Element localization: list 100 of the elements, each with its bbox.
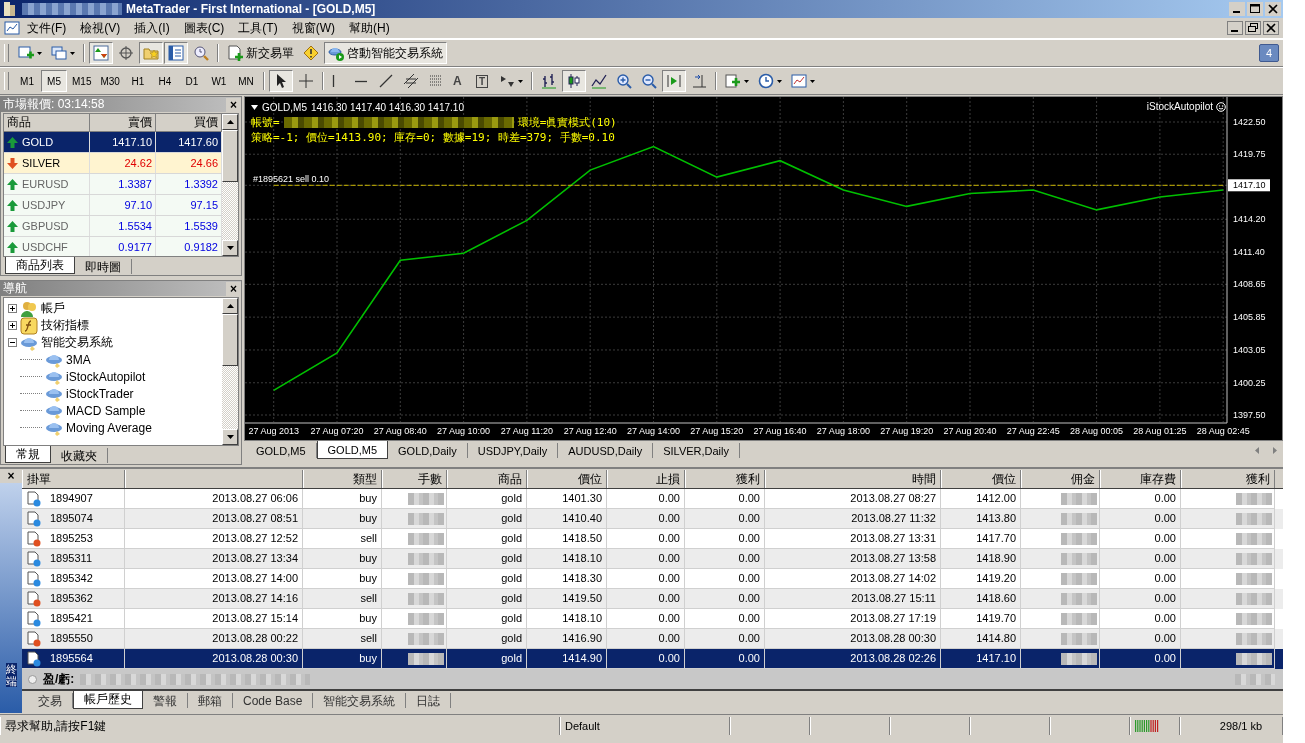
new-order-button[interactable]: 新交易單 [223, 42, 298, 64]
minimize-icon[interactable] [1227, 21, 1243, 35]
restore-icon[interactable] [1245, 21, 1261, 35]
chart-tab[interactable]: SILVER,Daily [653, 443, 740, 458]
order-row[interactable]: 1895421 2013.08.27 15:14 buy gold 1418.10 0.00 0.00 2013.08.27 17:19 1419.70 0.00 [22, 609, 1283, 629]
quote-row[interactable]: USDJPY 97.10 97.15 [4, 195, 222, 216]
menu-item[interactable]: 文件(F) [20, 19, 74, 37]
scrollbar[interactable] [222, 114, 238, 256]
scroll-up-icon[interactable] [226, 120, 234, 124]
panel-tab[interactable]: 收藏夾 [51, 448, 108, 463]
column-header[interactable]: 賣價 [90, 114, 156, 131]
text-tool-button[interactable]: A [448, 70, 471, 92]
column-header[interactable]: 庫存費 [1100, 469, 1181, 488]
terminal-button[interactable] [164, 42, 188, 64]
close-button[interactable]: × [226, 97, 241, 112]
expand-icon[interactable] [8, 304, 17, 313]
column-header[interactable]: 獲利 [685, 469, 765, 488]
column-header[interactable]: 商品 [4, 114, 90, 131]
timeframe-button[interactable]: M1 [14, 70, 40, 92]
table-cell-text: 0.00 [1154, 651, 1176, 666]
close-button[interactable]: × [226, 281, 241, 296]
quote-row[interactable]: EURUSD 1.3387 1.3392 [4, 174, 222, 195]
quote-row[interactable]: SILVER 24.62 24.66 [4, 153, 222, 174]
column-header[interactable]: 獲利 [1181, 469, 1275, 488]
order-row[interactable]: 1895074 2013.08.27 08:51 buy gold 1410.40 0.00 0.00 2013.08.27 11:32 1413.80 0.00 [22, 509, 1283, 529]
panel-tab[interactable]: 商品列表 [5, 257, 75, 274]
candle-chart-tool-button[interactable] [561, 70, 586, 92]
terminal-tab[interactable]: 郵箱 [188, 693, 233, 708]
menu-item[interactable]: 視窗(W) [284, 19, 342, 37]
autoscroll-tool-button[interactable] [661, 70, 686, 92]
menu-item[interactable]: 幫助(H) [342, 19, 397, 37]
tree-item[interactable]: iStockTrader [66, 386, 134, 401]
close-button[interactable]: × [0, 469, 22, 483]
tree-item[interactable]: 技術指標 [41, 317, 89, 334]
order-row[interactable]: 1895311 2013.08.27 13:34 buy gold 1418.10 0.00 0.00 2013.08.27 13:58 1418.90 0.00 [22, 549, 1283, 569]
terminal-tab[interactable]: 帳戶歷史 [73, 691, 143, 709]
tree-item[interactable]: 智能交易系統 [41, 334, 113, 351]
timeframe-button[interactable]: H1 [124, 70, 151, 92]
quote-row[interactable]: GBPUSD 1.5534 1.5539 [4, 216, 222, 237]
market-watch-button[interactable] [89, 42, 113, 64]
timeframe-button[interactable]: D1 [178, 70, 205, 92]
tree-item[interactable]: iStockAutopilot [66, 369, 146, 384]
experts-button[interactable]: 啓動智能交易系統 [324, 42, 447, 64]
order-row[interactable]: 1895342 2013.08.27 14:00 buy gold 1418.30 0.00 0.00 2013.08.27 14:02 1419.20 0.00 [22, 569, 1283, 589]
chart-tab[interactable]: USDJPY,Daily [467, 443, 559, 458]
chart-tab[interactable]: GOLD,M5 [246, 443, 317, 458]
scrollbar[interactable] [222, 298, 238, 445]
panel-tab[interactable]: 即時圖 [75, 259, 132, 274]
column-header[interactable]: 止損 [607, 469, 685, 488]
chart-tab[interactable]: AUDUSD,Daily [558, 443, 654, 458]
column-header[interactable]: 手數 [382, 469, 447, 488]
order-row[interactable]: 1894907 2013.08.27 06:06 buy gold 1401.30 0.00 0.00 2013.08.27 08:27 1412.00 0.00 [22, 489, 1283, 509]
menu-item[interactable]: 工具(T) [231, 19, 285, 37]
panel-tab[interactable]: 常規 [5, 446, 51, 463]
terminal-tab[interactable]: 警報 [143, 693, 188, 708]
tab-scroll-arrows-icon[interactable] [1255, 447, 1277, 454]
dropdown-triangle-icon[interactable] [251, 104, 258, 110]
label-tool-button[interactable]: T [471, 70, 494, 92]
column-header[interactable]: 時間 [765, 469, 941, 488]
menu-item[interactable]: 圖表(C) [176, 19, 232, 37]
quote-row[interactable]: USDCHF 0.9177 0.9182 [4, 237, 222, 256]
close-icon[interactable] [1263, 21, 1279, 35]
timeframe-button[interactable]: H4 [151, 70, 178, 92]
expand-icon[interactable] [8, 321, 17, 330]
terminal-tab[interactable]: Code Base [233, 693, 314, 708]
timeframe-button[interactable]: MN [232, 70, 259, 92]
column-header[interactable]: 類型 [303, 469, 382, 488]
collapse-icon[interactable] [8, 338, 17, 347]
terminal-tab[interactable]: 智能交易系統 [313, 693, 407, 708]
close-icon[interactable] [1265, 2, 1281, 16]
timeframe-button[interactable]: M30 [96, 70, 124, 92]
minimize-icon[interactable] [1229, 2, 1245, 16]
timeframe-button[interactable]: M15 [68, 70, 96, 92]
column-header[interactable]: 價位 [941, 469, 1021, 488]
navigator-button[interactable] [139, 42, 163, 64]
quote-row[interactable]: GOLD 1417.10 1417.60 [4, 132, 222, 153]
order-row[interactable]: 1895550 2013.08.28 00:22 sell gold 1416.90 0.00 0.00 2013.08.28 00:30 1414.80 0.00 [22, 629, 1283, 649]
scroll-down-icon[interactable] [226, 435, 234, 439]
timeframe-button[interactable]: W1 [205, 70, 232, 92]
tree-item[interactable]: 3MA [66, 352, 91, 367]
chart-tab[interactable]: GOLD,Daily [388, 443, 468, 458]
tree-item[interactable]: 帳戶 [41, 300, 65, 317]
column-header[interactable]: 掛單 [22, 469, 125, 488]
menu-item[interactable]: 檢視(V) [73, 19, 128, 37]
maximize-icon[interactable] [1247, 2, 1263, 16]
order-row[interactable]: 1895564 2013.08.28 00:30 buy gold 1414.90 0.00 0.00 2013.08.28 02:26 1417.10 0.00 [22, 649, 1283, 669]
order-row[interactable]: 1895362 2013.08.27 14:16 sell gold 1419.50 0.00 0.00 2013.08.27 15:11 1418.60 0.00 [22, 589, 1283, 609]
scroll-up-icon[interactable] [226, 304, 234, 308]
column-header[interactable]: 價位 [527, 469, 607, 488]
column-header[interactable]: 佣金 [1021, 469, 1100, 488]
timeframe-button[interactable]: M5 [41, 70, 67, 92]
cursor-tool-button[interactable] [268, 70, 293, 92]
scroll-down-icon[interactable] [226, 246, 234, 250]
column-header[interactable]: 商品 [447, 469, 527, 488]
tree-item[interactable]: MACD Sample [66, 403, 146, 418]
chart-tab[interactable]: GOLD,M5 [316, 441, 389, 459]
terminal-tab[interactable]: 日誌 [406, 693, 452, 708]
order-row[interactable]: 1895253 2013.08.27 12:52 sell gold 1418.50 0.00 0.00 2013.08.27 13:31 1417.70 0.00 [22, 529, 1283, 549]
menu-item[interactable]: 插入(I) [127, 19, 177, 37]
tree-item[interactable]: Moving Average [66, 420, 152, 435]
